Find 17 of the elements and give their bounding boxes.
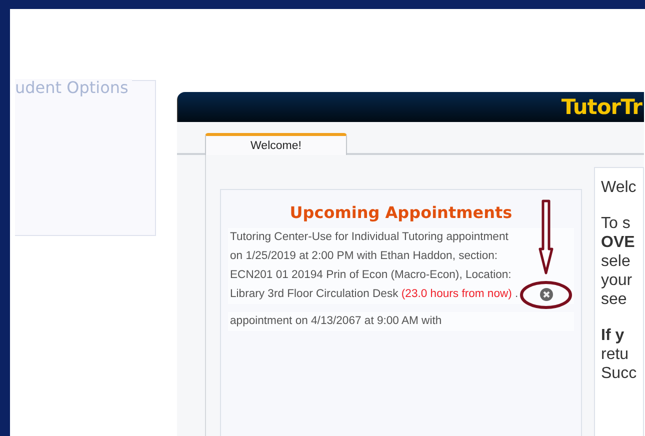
welcome-text: OVE <box>601 233 636 252</box>
remove-icon[interactable] <box>540 288 552 301</box>
welcome-text: sele <box>601 252 632 271</box>
welcome-text: To s <box>601 214 632 233</box>
welcome-text: If y <box>601 326 626 345</box>
welcome-text: your <box>601 271 634 290</box>
welcome-text: Welc <box>601 178 638 197</box>
welcome-text: see <box>601 290 628 309</box>
tab[interactable]: Welcome! <box>205 133 347 155</box>
appointment-text: appointment on 4/13/2067 at 9:00 AM with <box>230 314 443 329</box>
welcome-text: retu <box>601 345 630 364</box>
section-title: Upcoming Appointments <box>288 202 514 224</box>
panel-legend: udent Options <box>15 79 132 97</box>
window-title: TutorTr <box>561 96 642 118</box>
annotation-ellipse <box>520 280 572 308</box>
welcome-text: Succ <box>601 364 638 383</box>
appointment-text: Tutoring Center-Use for Individual Tutoring appointment on 1/25/2019 at 2:00 PM with Ethan Haddon, section: ECN201 01 20194 Prin of Econ (Macro-Econ), Location: Library 3rd Floor Circulation Desk (23.0 hours from now) . <box>230 230 520 302</box>
